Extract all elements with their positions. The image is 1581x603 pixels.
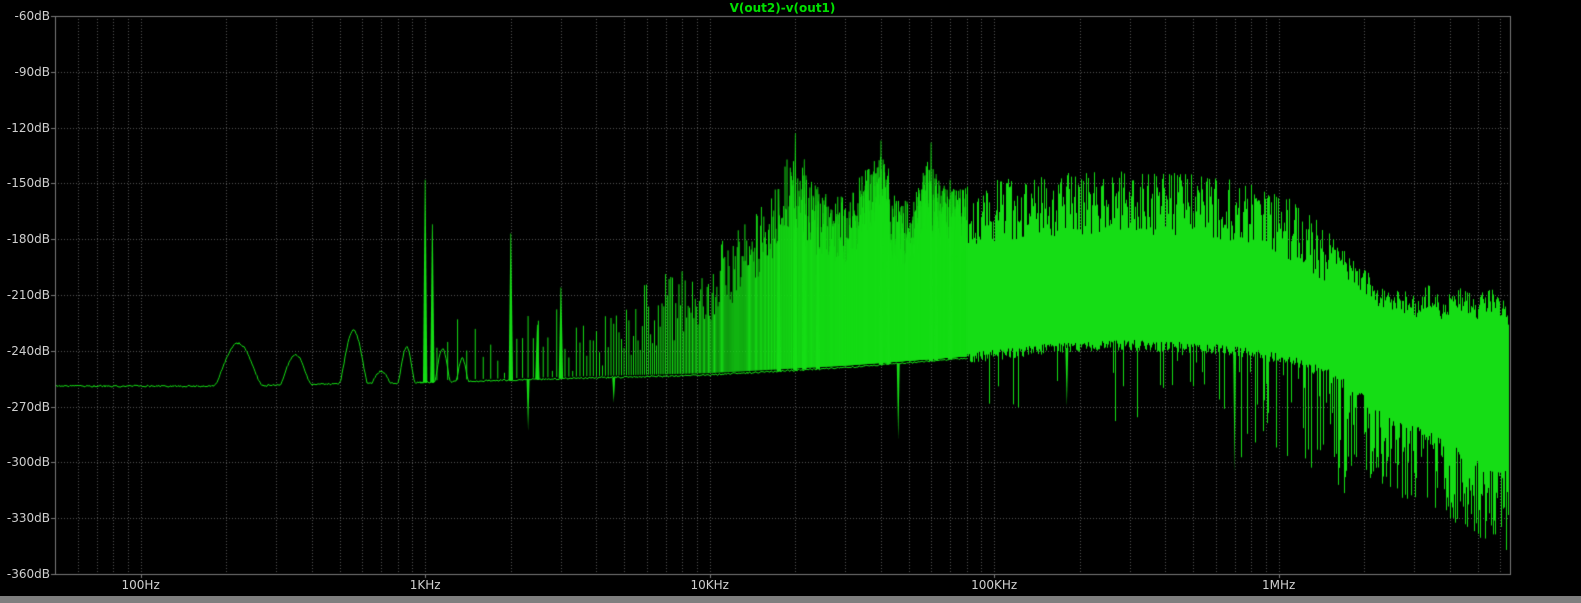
window-bottom-edge — [0, 596, 1581, 603]
fft-plot-canvas[interactable] — [0, 0, 1581, 596]
y-axis-label: -90dB — [14, 64, 50, 79]
y-axis-label: -240dB — [6, 343, 50, 358]
y-axis-label: -150dB — [6, 176, 50, 191]
waveform-viewer-window: V(out2)-v(out1) -60dB -90dB -120dB -150dB -1… — [0, 0, 1581, 603]
y-axis-label: -210dB — [6, 288, 50, 302]
y-axis-label: -300dB — [6, 455, 50, 470]
x-axis-label: 100Hz — [121, 578, 160, 592]
y-axis-label: -360dB — [6, 567, 50, 581]
x-axis-label: 1KHz — [409, 578, 441, 592]
y-axis-label: -120dB — [6, 120, 50, 135]
y-axis-label: -330dB — [6, 511, 50, 526]
y-axis-label: -270dB — [6, 399, 50, 414]
y-axis-label: -60dB — [14, 9, 50, 23]
x-axis-label: 10KHz — [690, 578, 729, 592]
x-axis-label: 1MHz — [1262, 578, 1296, 592]
y-axis-label: -180dB — [6, 232, 50, 247]
trace-title[interactable]: V(out2)-v(out1) — [55, 1, 1510, 15]
x-axis-label: 100KHz — [971, 578, 1018, 592]
